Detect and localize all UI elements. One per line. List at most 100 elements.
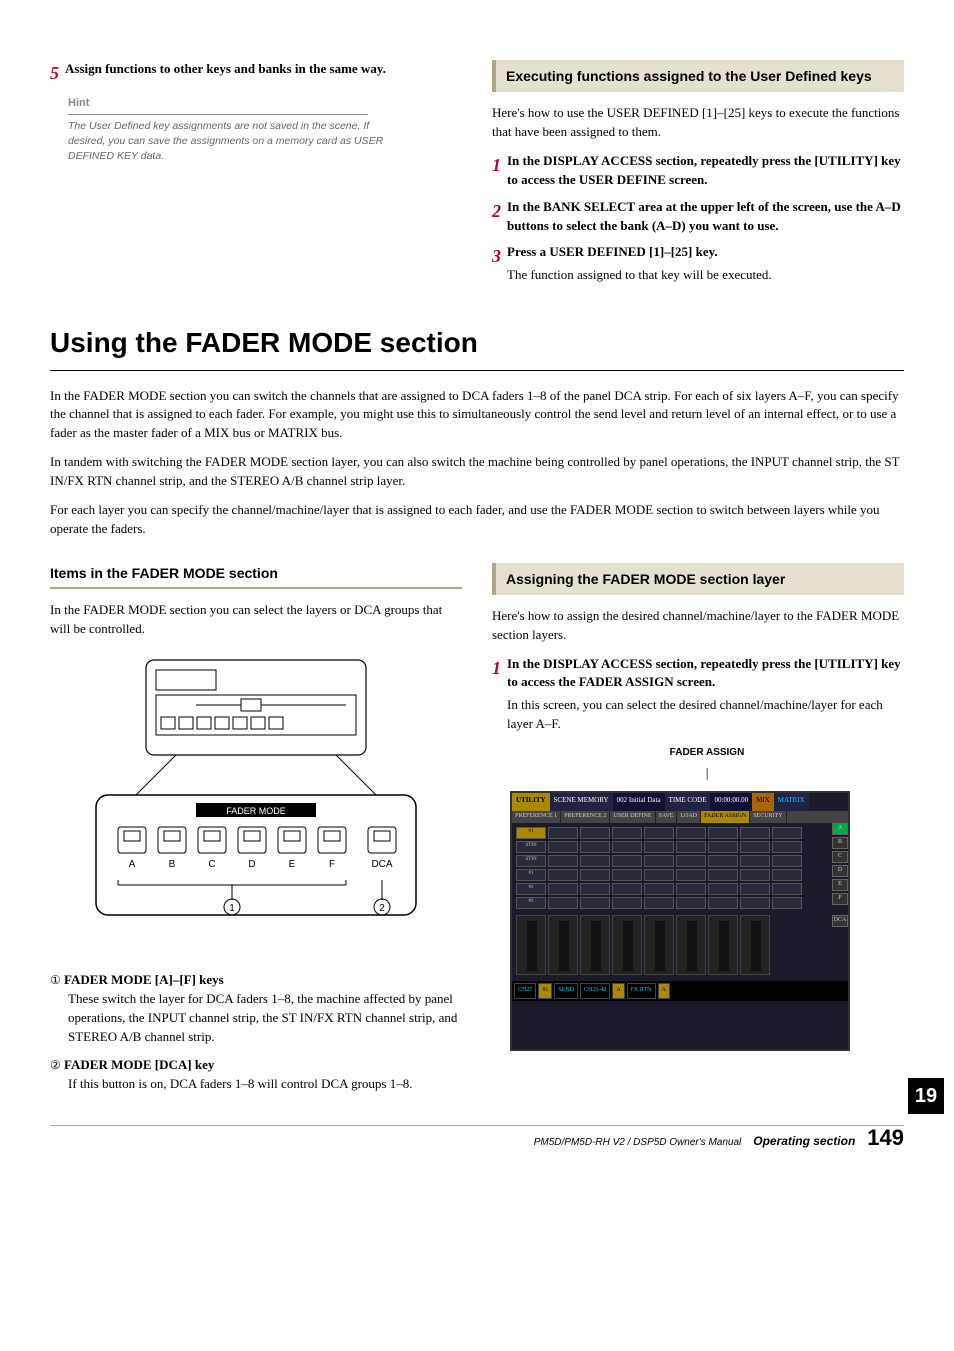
items-intro: In the FADER MODE section you can select… xyxy=(50,601,462,639)
exec-heading-box: Executing functions assigned to the User… xyxy=(492,60,904,92)
ss-side-buttons: A B C D E F DCA xyxy=(832,823,848,981)
exec-step-2-num: 2 xyxy=(492,198,501,224)
exec-step-3-text: Press a USER DEFINED [1]–[25] key. xyxy=(507,244,718,259)
ss-btn-d: D xyxy=(832,865,848,877)
footer: PM5D/PM5D-RH V2 / DSP5D Owner's Manual O… xyxy=(50,1122,904,1154)
svg-text:D: D xyxy=(248,859,255,870)
ss-tab-3: SAVE xyxy=(656,811,678,823)
svg-text:C: C xyxy=(208,859,215,870)
section-title: Using the FADER MODE section xyxy=(50,323,904,371)
items-heading-line: Items in the FADER MODE section xyxy=(50,563,462,590)
step-5-text: Assign functions to other keys and banks… xyxy=(65,61,386,76)
assign-step-1-sub: In this screen, you can select the desir… xyxy=(507,696,904,734)
ss-mixsend: #1 xyxy=(538,983,552,999)
fader-assign-screenshot: UTILITY SCENE MEMORY 002 Initial Data TI… xyxy=(510,791,850,1051)
ss-tabs: PREFERENCE 1 PREFERENCE 2 USER DEFINE SA… xyxy=(512,811,848,823)
svg-text:F: F xyxy=(329,859,335,870)
hint-label: Hint xyxy=(68,96,368,115)
svg-text:DCA: DCA xyxy=(371,859,392,870)
ss-rowlabel-2: STIN xyxy=(516,855,546,867)
top-right-col: Executing functions assigned to the User… xyxy=(492,60,904,293)
ss-mix: MIX xyxy=(752,793,774,811)
step-5: 5 Assign functions to other keys and ban… xyxy=(50,60,462,86)
ss-fxrtn: FX RTN xyxy=(627,983,656,999)
ss-tab-6: SECURITY xyxy=(750,811,786,823)
lower-columns: Items in the FADER MODE section In the F… xyxy=(50,563,904,1105)
svg-text:E: E xyxy=(289,859,296,870)
ss-scene-label: SCENE MEMORY xyxy=(550,793,613,811)
ss-tc-label: TIME CODE xyxy=(665,793,711,811)
assign-heading-box: Assigning the FADER MODE section layer xyxy=(492,563,904,595)
svg-text:2: 2 xyxy=(379,903,385,914)
ss-tc-val: 00:00:00.00 xyxy=(710,793,752,811)
screenshot-title: FADER ASSIGN xyxy=(510,746,904,761)
ss-matrix: MATRIX xyxy=(774,793,809,811)
svg-text:1: 1 xyxy=(229,903,235,914)
items-heading: Items in the FADER MODE section xyxy=(50,565,278,581)
exec-step-1-num: 1 xyxy=(492,152,501,178)
intro-p2: In tandem with switching the FADER MODE … xyxy=(50,453,904,491)
screenshot-wrap: FADER ASSIGN │ UTILITY SCENE MEMORY 002 … xyxy=(510,746,904,1051)
assign-step-1: 1 In the DISPLAY ACCESS section, repeate… xyxy=(492,655,904,734)
ss-rowlabel-4: #2 xyxy=(516,883,546,895)
ss-rowlabel-1: STIN xyxy=(516,841,546,853)
panel-label: FADER MODE xyxy=(226,806,286,816)
footer-manual: PM5D/PM5D-RH V2 / DSP5D Owner's Manual xyxy=(534,1136,742,1151)
assign-step-1-num: 1 xyxy=(492,655,501,681)
intro-p1: In the FADER MODE section you can switch… xyxy=(50,387,904,444)
ss-btn-a: A xyxy=(832,823,848,835)
exec-heading: Executing functions assigned to the User… xyxy=(506,66,894,86)
ss-send: SEND xyxy=(554,983,578,999)
ss-tab-0: PREFERENCE 1 xyxy=(512,811,561,823)
section-intro: In the FADER MODE section you can switch… xyxy=(50,387,904,539)
items-col: Items in the FADER MODE section In the F… xyxy=(50,563,462,1105)
assign-intro: Here's how to assign the desired channel… xyxy=(492,607,904,645)
footer-page: 149 xyxy=(867,1122,904,1154)
svg-text:A: A xyxy=(129,859,136,870)
ss-scene-val: 002 Initial Data xyxy=(613,793,665,811)
assign-heading: Assigning the FADER MODE section layer xyxy=(506,569,894,589)
item-1: ① FADER MODE [A]–[F] keys These switch t… xyxy=(68,971,462,1046)
ss-btn-dca: DCA xyxy=(832,915,848,927)
ss-inputch: CH25-48 xyxy=(580,983,610,999)
top-columns: 5 Assign functions to other keys and ban… xyxy=(50,60,904,293)
ss-tab-1: PREFERENCE 2 xyxy=(561,811,610,823)
item-2-label: FADER MODE [DCA] key xyxy=(64,1057,214,1072)
ss-btn-b: B xyxy=(832,837,848,849)
footer-section: Operating section xyxy=(753,1133,855,1150)
item-2-text: If this button is on, DCA faders 1–8 wil… xyxy=(68,1076,413,1091)
ss-tab-5: FADER ASSIGN xyxy=(701,811,750,823)
ss-rowlabel-0: #1 xyxy=(516,827,546,839)
ss-tab-4: LOAD xyxy=(677,811,701,823)
top-left-col: 5 Assign functions to other keys and ban… xyxy=(50,60,462,293)
ss-tab-2: USER DEFINE xyxy=(610,811,655,823)
exec-step-1-text: In the DISPLAY ACCESS section, repeatedl… xyxy=(507,153,901,187)
ss-bottom-bar: CH27 #1 SEND CH25-48 A FX RTN A xyxy=(512,981,848,1001)
exec-step-2: 2 In the BANK SELECT area at the upper l… xyxy=(492,198,904,236)
assign-step-1-text: In the DISPLAY ACCESS section, repeatedl… xyxy=(507,656,901,690)
assign-col: Assigning the FADER MODE section layer H… xyxy=(492,563,904,1105)
fader-mode-diagram: FADER MODE A B C D E F DCA xyxy=(50,655,462,955)
chapter-number: 19 xyxy=(908,1078,944,1114)
exec-step-3-sub: The function assigned to that key will b… xyxy=(507,266,904,285)
ss-rowlabel-3: #1 xyxy=(516,869,546,881)
item-2-num: ② xyxy=(50,1058,61,1072)
ss-btn-f: F xyxy=(832,893,848,905)
step-5-number: 5 xyxy=(50,60,59,86)
item-1-num: ① xyxy=(50,973,61,987)
diagram-svg: FADER MODE A B C D E F DCA xyxy=(76,655,436,955)
ss-ch: CH27 xyxy=(514,983,536,999)
intro-p3: For each layer you can specify the chann… xyxy=(50,501,904,539)
exec-step-3: 3 Press a USER DEFINED [1]–[25] key. The… xyxy=(492,243,904,285)
item-1-label: FADER MODE [A]–[F] keys xyxy=(64,972,224,987)
ss-btn-c: C xyxy=(832,851,848,863)
hint-text: The User Defined key assignments are not… xyxy=(68,119,388,165)
exec-step-3-num: 3 xyxy=(492,243,501,269)
svg-text:B: B xyxy=(169,859,176,870)
exec-step-2-text: In the BANK SELECT area at the upper lef… xyxy=(507,199,901,233)
ss-layer: A xyxy=(612,983,624,999)
item-1-text: These switch the layer for DCA faders 1–… xyxy=(68,991,457,1044)
ss-rowlabel-5: #3 xyxy=(516,897,546,909)
item-2: ② FADER MODE [DCA] key If this button is… xyxy=(68,1056,462,1094)
ss-btn-e: E xyxy=(832,879,848,891)
